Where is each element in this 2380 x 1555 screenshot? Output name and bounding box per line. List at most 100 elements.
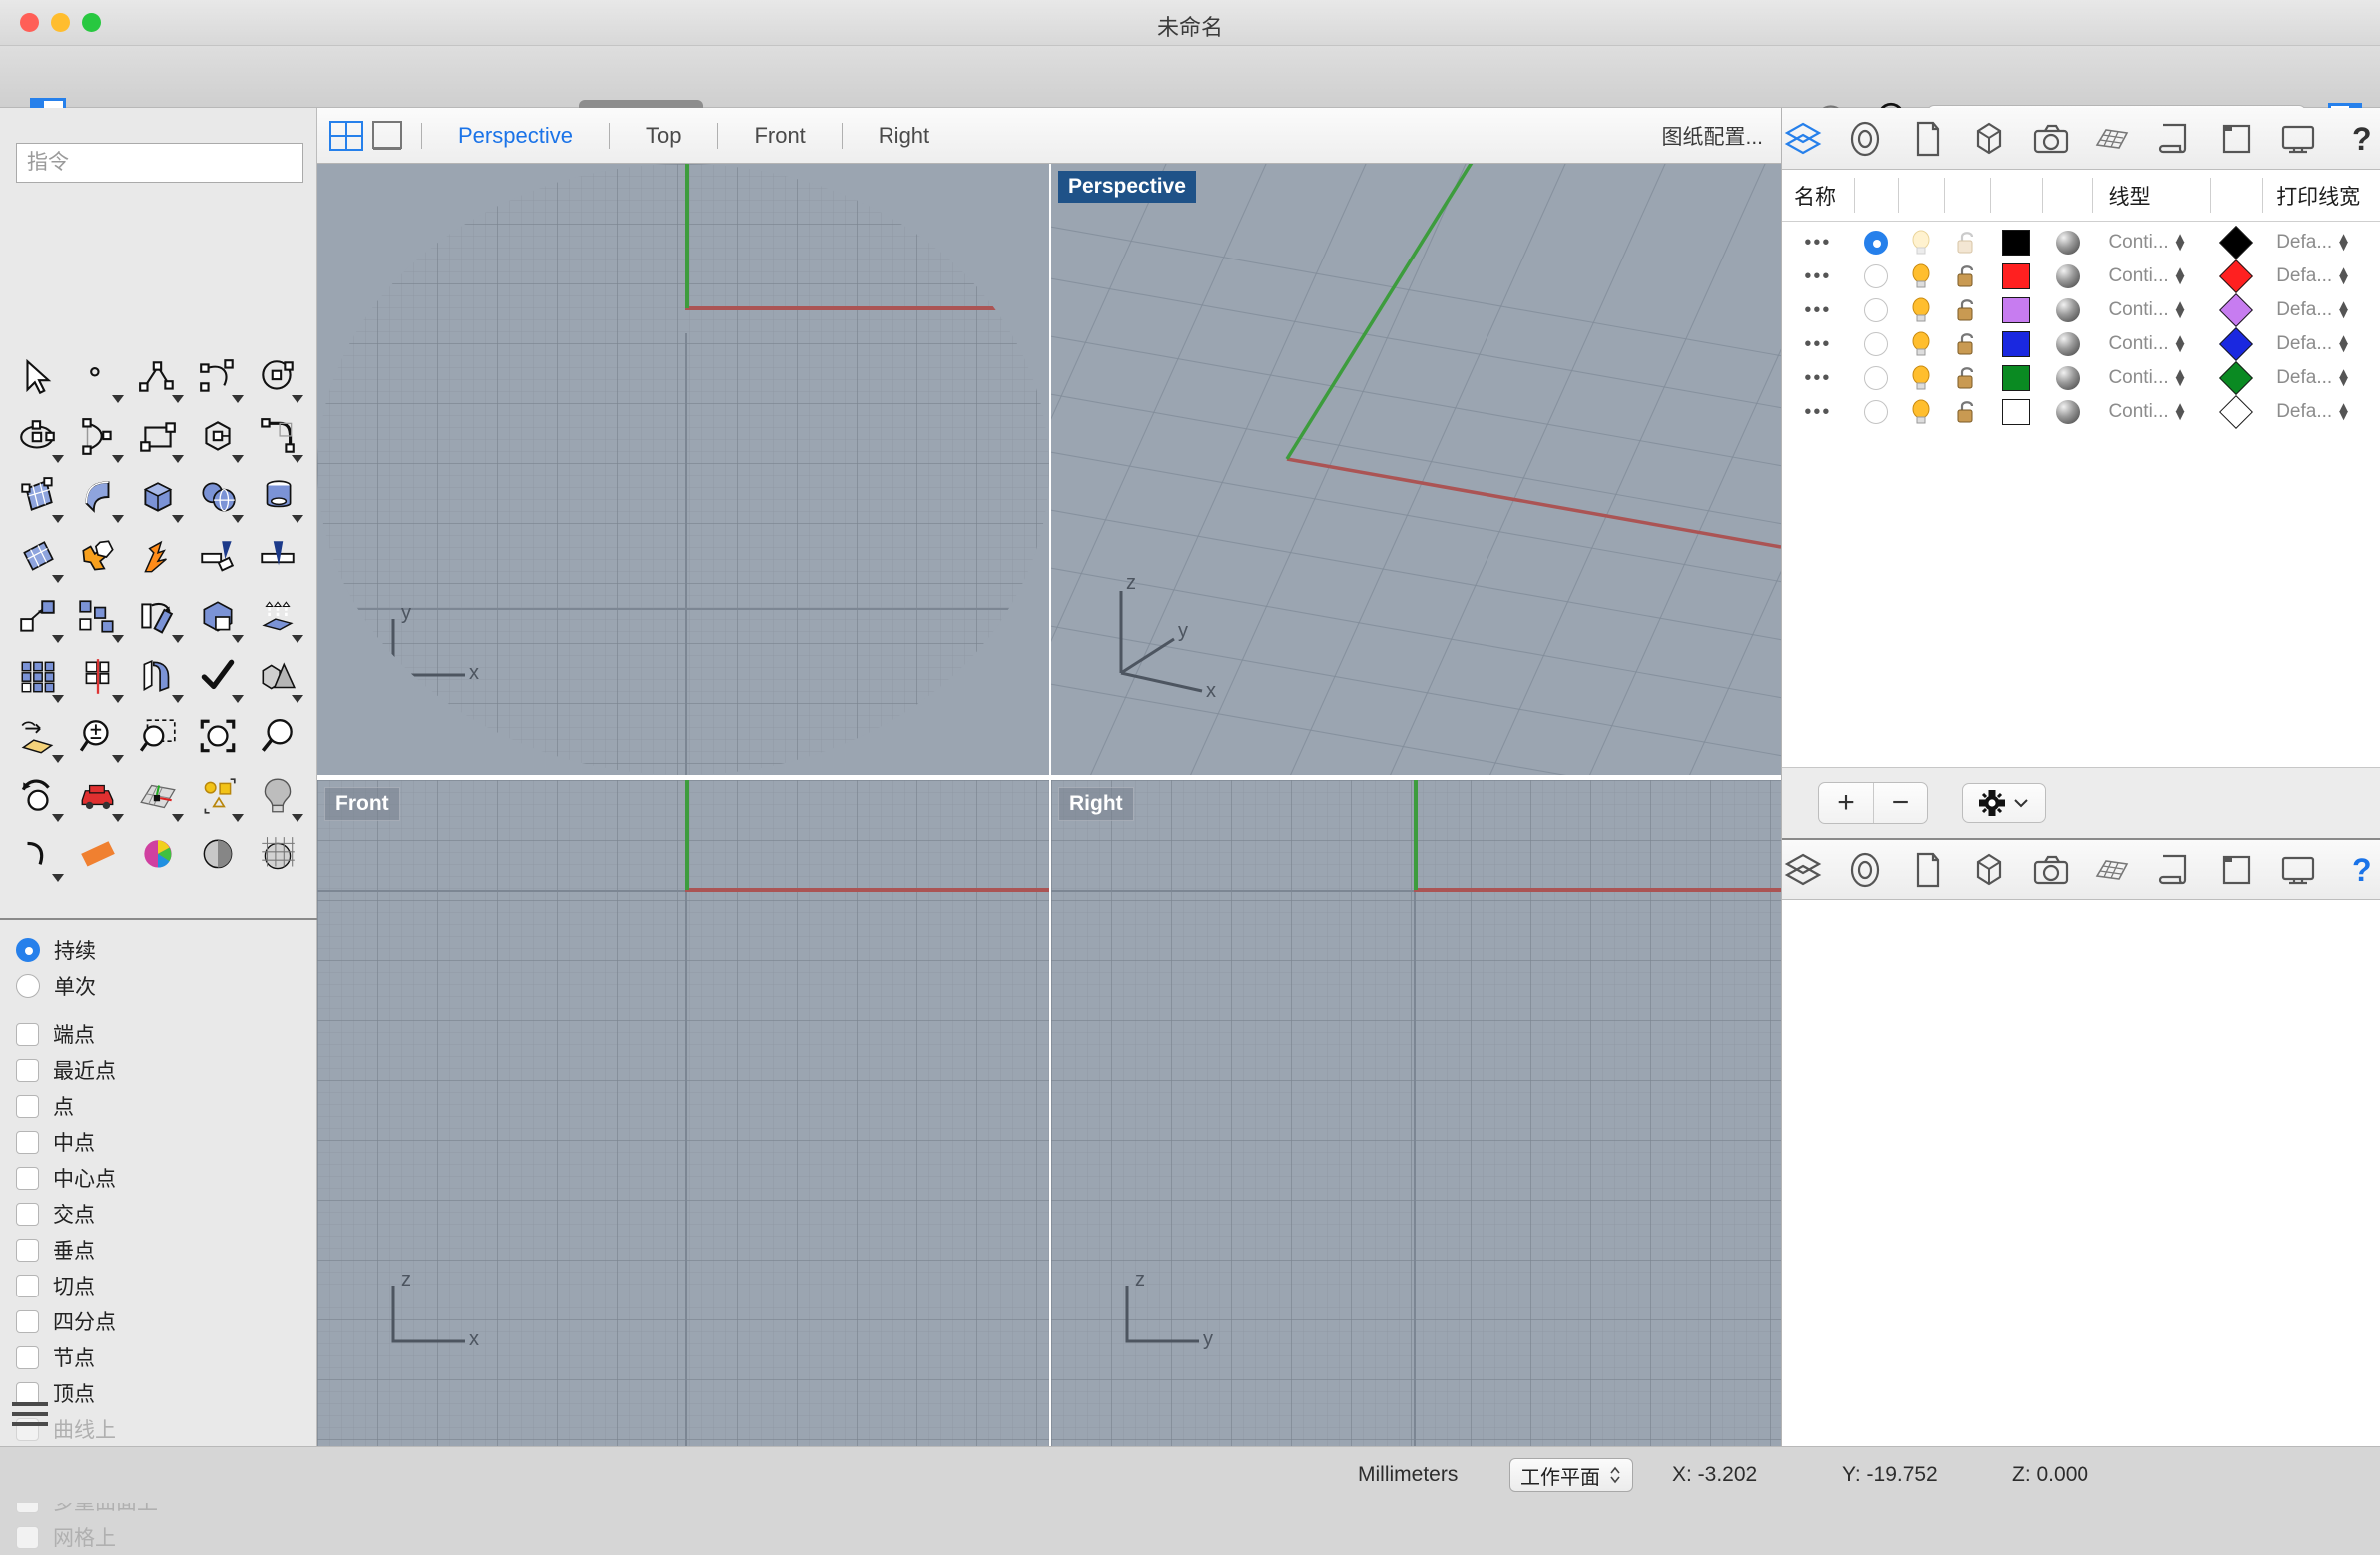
layer-print-color-swatch[interactable] — [2219, 395, 2254, 429]
chevron-updown-icon[interactable]: ▲ ▼ — [2336, 264, 2351, 287]
surface-from-points-icon[interactable] — [8, 467, 68, 527]
array-grid-icon[interactable] — [8, 647, 68, 707]
undo-view-icon[interactable] — [8, 767, 68, 826]
osnap-mode-persistent[interactable]: 持续 — [16, 932, 305, 968]
layer-visibility-bulb-icon[interactable] — [1908, 296, 1934, 324]
circle-icon[interactable] — [248, 347, 307, 407]
layer-visibility-bulb-icon[interactable] — [1908, 229, 1934, 257]
circle-o-icon[interactable] — [1845, 848, 1885, 892]
layout-config-button[interactable]: 图纸配置... — [1661, 121, 1763, 151]
layer-linetype-value[interactable]: Conti... — [2108, 333, 2168, 355]
layer-visibility-bulb-icon[interactable] — [1908, 398, 1934, 426]
ellipse-icon[interactable] — [8, 407, 68, 467]
copy-icon[interactable] — [68, 587, 128, 647]
scroll-icon[interactable] — [2154, 848, 2194, 892]
viewport-right[interactable]: Right z y — [1051, 780, 1781, 1446]
layer-options-button[interactable] — [1962, 782, 2046, 823]
layer-print-color-swatch[interactable] — [2219, 293, 2254, 327]
layer-lock-icon[interactable] — [1954, 262, 1980, 290]
osnap-item-quadrant[interactable]: 四分点 — [16, 1303, 305, 1339]
monitor-icon[interactable] — [2278, 117, 2318, 161]
light-icon[interactable] — [248, 767, 307, 826]
osnap-item-point[interactable]: 点 — [16, 1088, 305, 1124]
curve-icon[interactable] — [188, 347, 248, 407]
layer-current-radio[interactable] — [1863, 298, 1888, 322]
question-icon[interactable]: ? — [2340, 117, 2380, 161]
viewport-front[interactable]: Front z x — [317, 780, 1049, 1446]
tab-right[interactable]: Right — [859, 123, 949, 149]
checkbox-knot-icon[interactable] — [16, 1345, 39, 1369]
layers-icon[interactable] — [1783, 848, 1823, 892]
split-icon[interactable] — [248, 527, 307, 587]
table-row[interactable]: ••• Conti... ▲ ▼ Defa... ▲ ▼ — [1782, 293, 2380, 327]
monitor-icon[interactable] — [2278, 848, 2318, 892]
layer-linetype-value[interactable]: Conti... — [2108, 401, 2168, 423]
layer-material-sphere-icon[interactable] — [2055, 332, 2080, 356]
named-view-icon[interactable] — [68, 767, 128, 826]
layer-material-sphere-icon[interactable] — [2055, 264, 2080, 288]
gradient-icon[interactable] — [68, 826, 128, 886]
point-icon[interactable] — [68, 347, 128, 407]
table-row[interactable]: ••• Conti... ▲ ▼ Defa... ▲ ▼ — [1782, 361, 2380, 395]
layer-current-radio[interactable] — [1863, 400, 1888, 424]
polygon-icon[interactable] — [188, 407, 248, 467]
surface-loft-icon[interactable] — [68, 467, 128, 527]
table-row[interactable]: ••• Conti... ▲ ▼ Defa... ▲ ▼ — [1782, 395, 2380, 429]
layer-name-dots[interactable]: ••• — [1804, 367, 1831, 390]
zoom-window-icon[interactable] — [128, 707, 188, 767]
checkbox-quadrant-icon[interactable] — [16, 1309, 39, 1333]
layer-print-color-swatch[interactable] — [2219, 226, 2254, 259]
explode-icon[interactable] — [128, 527, 188, 587]
page-icon[interactable] — [1907, 117, 1947, 161]
layer-linetype-value[interactable]: Conti... — [2108, 265, 2168, 287]
color-wheel-icon[interactable] — [128, 826, 188, 886]
layer-print-width-value[interactable]: Defa... — [2276, 299, 2332, 321]
layer-print-width-value[interactable]: Defa... — [2276, 367, 2332, 389]
layer-lock-icon[interactable] — [1954, 229, 1980, 257]
osnap-item-knot[interactable]: 节点 — [16, 1339, 305, 1375]
osnap-mode-single[interactable]: 单次 — [16, 968, 305, 1004]
viewport-splitter-vertical[interactable] — [1049, 164, 1051, 1446]
mirror-icon[interactable] — [68, 647, 128, 707]
layer-lock-icon[interactable] — [1954, 398, 1980, 426]
layer-material-sphere-icon[interactable] — [2055, 231, 2080, 255]
layer-print-width-value[interactable]: Defa... — [2276, 265, 2332, 287]
layer-color-swatch[interactable] — [2001, 263, 2030, 289]
chevron-updown-icon[interactable]: ▲ ▼ — [2336, 400, 2351, 423]
remove-layer-button[interactable]: − — [1873, 782, 1927, 823]
layer-name-dots[interactable]: ••• — [1804, 232, 1831, 255]
viewport-top[interactable]: Top y x — [317, 164, 1049, 775]
osnap-item-near[interactable]: 最近点 — [16, 1052, 305, 1088]
viewport-splitter-horizontal[interactable] — [317, 775, 1781, 780]
layer-print-color-swatch[interactable] — [2219, 361, 2254, 395]
chevron-updown-icon[interactable]: ▲ ▼ — [2173, 231, 2188, 254]
pan-icon[interactable] — [8, 707, 68, 767]
checkbox-mid-icon[interactable] — [16, 1130, 39, 1154]
table-row[interactable]: ••• Conti... ▲ ▼ Defa... ▲ ▼ — [1782, 226, 2380, 259]
tab-top[interactable]: Top — [626, 123, 701, 149]
layer-print-width-value[interactable]: Defa... — [2276, 333, 2332, 355]
checkbox-intersection-icon[interactable] — [16, 1202, 39, 1226]
layers-icon[interactable] — [1783, 117, 1823, 161]
select-arrow-icon[interactable] — [8, 347, 68, 407]
shade-icon[interactable] — [188, 826, 248, 886]
layer-material-sphere-icon[interactable] — [2055, 298, 2080, 322]
layer-current-radio[interactable] — [1863, 264, 1888, 288]
trim-icon[interactable] — [188, 527, 248, 587]
radio-single-icon[interactable] — [16, 974, 40, 998]
polyline-icon[interactable] — [128, 347, 188, 407]
layer-current-radio[interactable] — [1863, 231, 1888, 255]
chevron-updown-icon[interactable]: ▲ ▼ — [2173, 400, 2188, 423]
osnap-item-intersection[interactable]: 交点 — [16, 1196, 305, 1232]
bend-icon[interactable] — [128, 647, 188, 707]
page-icon[interactable] — [1907, 848, 1947, 892]
render-icon[interactable] — [8, 826, 68, 886]
checkbox-tangent-icon[interactable] — [16, 1274, 39, 1297]
layer-name-dots[interactable]: ••• — [1804, 265, 1831, 288]
layer-lock-icon[interactable] — [1954, 296, 1980, 324]
layer-linetype-value[interactable]: Conti... — [2108, 299, 2168, 321]
cplane-icon[interactable] — [128, 767, 188, 826]
cube-icon[interactable] — [1969, 848, 2009, 892]
four-view-layout-icon[interactable] — [329, 120, 363, 151]
osnap-item-mid[interactable]: 中点 — [16, 1124, 305, 1160]
